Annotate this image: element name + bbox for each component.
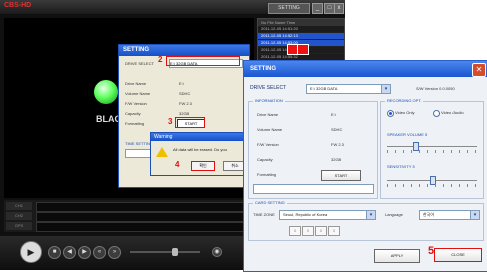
highlight-box (175, 117, 205, 128)
info-label: Volume Name (257, 127, 283, 132)
drive-select-label: DRIVE SELECT (250, 85, 287, 91)
rewind-button[interactable]: « (93, 246, 106, 259)
drive-select-label: DRIVE SELECT (125, 61, 154, 66)
setting-dialog: SETTING ✕ DRIVE SELECT E:\ 32GB DATA ▾ S… (243, 60, 487, 272)
timezone-select[interactable]: Seoul, Republic of Korea ▾ (279, 210, 376, 220)
time-spinner[interactable]: 0 (302, 226, 314, 236)
next-button[interactable]: ▶ (78, 246, 91, 259)
step-marker: 2 (158, 55, 163, 64)
track-label: CH2 (6, 212, 32, 220)
chevron-down-icon[interactable]: ▾ (381, 85, 390, 93)
chevron-down-icon[interactable]: ▾ (366, 211, 375, 219)
info-value: 32GB (179, 111, 190, 116)
time-spinner[interactable]: 0 (328, 226, 340, 236)
drive-select[interactable]: E:\ 32GB DATA ▾ (306, 84, 391, 94)
info-value: 32GB (331, 157, 342, 162)
warning-message: All data will be erased. Do you (173, 147, 227, 152)
info-value: FW 2.3 (179, 101, 192, 106)
chevron-down-icon[interactable]: ▾ (470, 211, 479, 219)
dialog-title: SETTING (119, 45, 249, 56)
timezone-label: TIME ZONE (253, 212, 275, 217)
recording-options-group: RECORDING OPT. Video Only Video /Audio S… (380, 98, 484, 199)
info-label: Capacity (125, 111, 141, 116)
close-icon[interactable]: x (334, 3, 344, 14)
timezone-value: Seoul, Republic of Korea (283, 212, 328, 217)
slider-ticks (387, 184, 477, 187)
card-setting-group: CARD SETTING TIME ZONE Seoul, Republic o… (248, 200, 484, 241)
volume-slider-thumb[interactable] (172, 248, 178, 256)
dialog-title: SETTING (244, 61, 487, 77)
speaker-icon[interactable]: ◉ (212, 247, 222, 257)
radio-label: Video /Audio (441, 110, 464, 115)
time-setting-label: TIME SETTING (125, 141, 153, 146)
highlight-box (166, 56, 240, 66)
sensitivity-label: SENSITIVITY 5 (387, 164, 415, 169)
info-label: Formatting (257, 172, 277, 177)
time-spinner[interactable]: 0 (289, 226, 301, 236)
confirm-button[interactable]: 확인 (191, 161, 215, 171)
close-button[interactable]: CLOSE (434, 248, 482, 262)
info-value: FW 2.3 (331, 142, 344, 147)
apply-button[interactable]: APPLY (374, 249, 420, 263)
play-button[interactable]: ▶ (20, 241, 42, 263)
list-item[interactable]: 2011-12-05 14:52:13 (258, 33, 344, 40)
list-item[interactable]: 2011-12-05 14:51:20 (258, 26, 344, 33)
info-label: Volume Name (125, 91, 151, 96)
prev-button[interactable]: ◀ (63, 246, 76, 259)
information-group: INFORMATION Drive Name E:\ Volume Name S… (248, 98, 378, 199)
track-label: GPS (6, 222, 32, 230)
language-select[interactable]: 한국어 ▾ (419, 210, 480, 220)
step-marker: 4 (175, 160, 180, 169)
minimize-icon[interactable]: _ (312, 3, 323, 14)
fast-forward-button[interactable]: » (108, 246, 121, 259)
info-value: SDHC (179, 91, 191, 96)
radio-video-only[interactable] (387, 110, 394, 117)
volume-slider[interactable] (130, 248, 200, 256)
info-label: Drive Name (125, 81, 147, 86)
speaker-volume-label: SPEAKER VOLUME 5 (387, 132, 428, 137)
speaker-volume-slider[interactable] (387, 146, 477, 147)
warning-icon (156, 147, 168, 157)
setting-top-button[interactable]: SETTING (268, 3, 310, 14)
file-list-header: No File Name Time (258, 19, 344, 26)
time-spinner[interactable]: 0 (315, 226, 327, 236)
group-title: RECORDING OPT. (385, 98, 424, 103)
radio-video-audio[interactable] (433, 110, 440, 117)
info-value: SDHC (331, 127, 343, 132)
info-label: F/W Version (257, 142, 279, 147)
info-value: E:\ (179, 81, 184, 86)
info-value: E:\ (331, 112, 336, 117)
info-label: Formatting (125, 121, 145, 126)
radio-label: Video Only (395, 110, 415, 115)
group-title: INFORMATION (253, 98, 285, 103)
status-light-icon (94, 80, 118, 104)
step-marker: 3 (168, 117, 173, 126)
info-label: Capacity (257, 157, 273, 162)
player-title-bar: CBS-HD SETTING _ □ x (0, 0, 345, 14)
language-label: Language (385, 212, 403, 217)
slider-ticks (387, 150, 477, 153)
format-progress (253, 184, 374, 194)
group-title: CARD SETTING (253, 200, 287, 205)
close-icon[interactable]: ✕ (472, 63, 486, 77)
track-label: CH1 (6, 202, 32, 210)
step-marker: 5 (428, 245, 435, 257)
stop-button[interactable]: ■ (48, 246, 61, 259)
info-label: F/W Version (125, 101, 147, 106)
marker-icon (297, 44, 309, 55)
start-format-button[interactable]: START (321, 170, 361, 181)
drive-select-value: E:\ 32GB DATA (310, 86, 338, 91)
info-label: Drive Name (257, 112, 279, 117)
app-title: CBS-HD (4, 2, 32, 9)
version-label: S/W Version 0.0.0050 (416, 86, 455, 91)
language-value: 한국어 (423, 212, 435, 217)
